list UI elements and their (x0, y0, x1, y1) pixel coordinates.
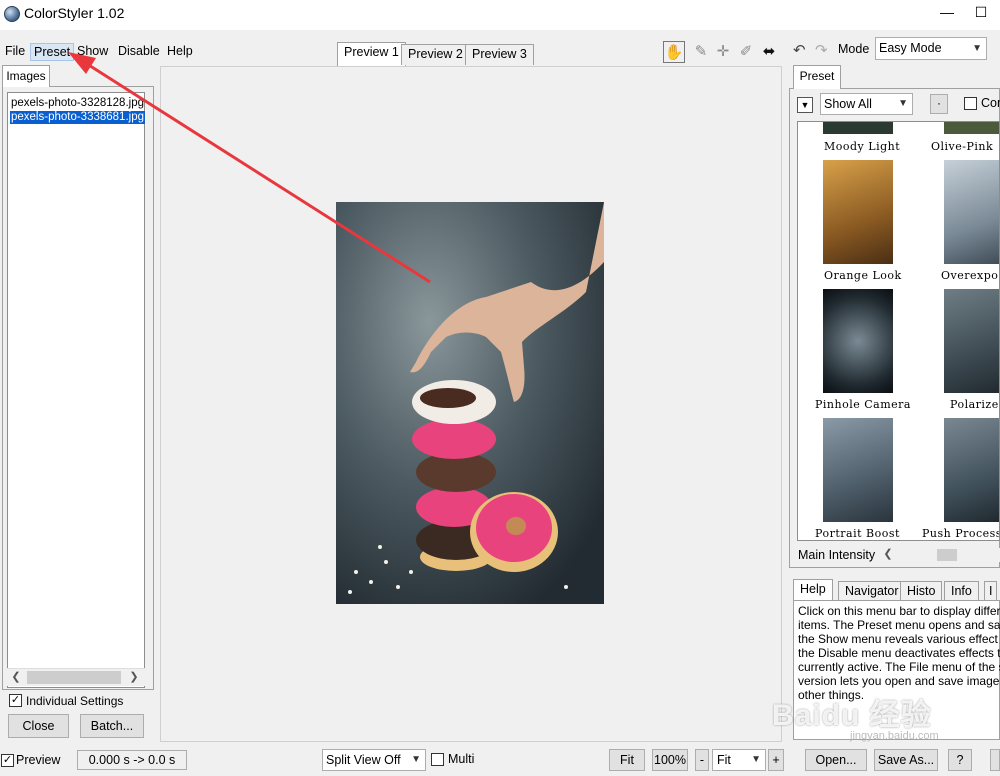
help-button[interactable]: ? (948, 749, 972, 771)
slider-left-icon[interactable]: ❮ (879, 546, 897, 563)
preset-thumbnail[interactable] (823, 418, 893, 522)
zoom-out-button[interactable]: - (695, 749, 709, 771)
preset-thumbnail[interactable] (823, 122, 893, 134)
preset-label: Push Process (922, 527, 1000, 540)
preset-label: Orange Look (824, 269, 902, 282)
preset-label: Overexpos (941, 269, 1000, 282)
save-as-button[interactable]: Save As... (874, 749, 938, 771)
split-view-select[interactable]: Split View Off ▼ (322, 749, 426, 771)
preset-label: Pinhole Camera (815, 398, 911, 411)
redo-icon[interactable]: ↷ (815, 41, 828, 59)
multi-label: Multi (448, 752, 475, 766)
com-label: Com (981, 96, 1000, 110)
dot-button[interactable]: · (930, 94, 948, 114)
watermark-url: jingyan.baidu.com (850, 730, 939, 742)
preset-label: Portrait Boost (815, 527, 900, 540)
preset-thumbnail-grid[interactable]: Moody Light Olive-Pink Orange Look Overe… (797, 121, 1000, 541)
preset-thumbnail[interactable] (823, 289, 893, 393)
chevron-down-icon: ▼ (751, 754, 761, 765)
chevron-down-icon: ▼ (898, 98, 908, 109)
show-all-value: Show All (824, 97, 872, 111)
render-time: 0.000 s -> 0.0 s (77, 750, 187, 770)
split-view-value: Split View Off (326, 753, 401, 767)
tab-info[interactable]: Info (944, 581, 979, 601)
zoom-select[interactable]: Fit ▼ (712, 749, 766, 771)
com-checkbox[interactable] (964, 97, 977, 110)
mode-label: Mode (838, 42, 870, 56)
preset-thumbnail[interactable] (944, 289, 999, 393)
tab-navigator[interactable]: Navigator (838, 581, 906, 601)
fit-button[interactable]: Fit (609, 749, 645, 771)
show-all-select[interactable]: Show All ▼ (820, 93, 913, 115)
mode-select[interactable]: Easy Mode ▼ (875, 37, 987, 60)
preset-label: Olive-Pink (931, 140, 994, 153)
main-intensity-label: Main Intensity (798, 548, 876, 562)
open-button[interactable]: Open... (805, 749, 867, 771)
preview-checkbox[interactable]: ✓ (1, 754, 14, 767)
preset-thumbnail[interactable] (944, 418, 999, 522)
slider-thumb[interactable] (937, 549, 957, 561)
main-intensity-slider[interactable]: ❮ (879, 548, 1000, 562)
preset-label: Polarize (950, 398, 999, 411)
watermark-logo: Baidu 经验 (772, 699, 932, 732)
multi-checkbox[interactable] (431, 753, 444, 766)
tab-more[interactable]: I (984, 581, 998, 601)
zoom-select-value: Fit (717, 753, 731, 767)
preset-thumbnail[interactable] (944, 160, 999, 264)
zoom-100-button[interactable]: 100% (652, 749, 688, 771)
chevron-down-icon: ▼ (411, 754, 421, 765)
tab-help[interactable]: Help (793, 579, 833, 601)
tab-preset[interactable]: Preset (793, 65, 841, 89)
chevron-down-icon: ▼ (972, 43, 982, 54)
extra-button[interactable] (990, 749, 1000, 771)
preset-label: Moody Light (824, 140, 901, 153)
preset-dropdown-icon[interactable]: ▼ (797, 97, 813, 113)
preview-label: Preview (16, 753, 61, 767)
zoom-in-button[interactable]: + (768, 749, 784, 771)
preset-thumbnail[interactable] (823, 160, 893, 264)
undo-icon[interactable]: ↶ (793, 41, 806, 59)
mode-value: Easy Mode (879, 41, 942, 55)
preset-thumbnail[interactable] (944, 122, 999, 134)
tab-histo[interactable]: Histo (900, 581, 943, 601)
